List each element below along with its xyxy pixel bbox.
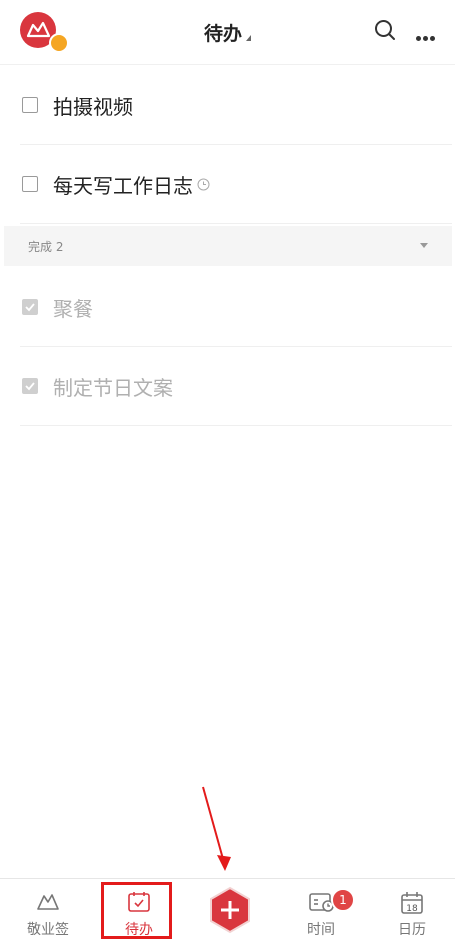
task-checkbox[interactable] xyxy=(22,97,38,113)
more-icon[interactable] xyxy=(416,26,440,41)
tab-label: 时间 xyxy=(307,922,335,938)
task-label: 聚餐 xyxy=(53,296,93,321)
tab-label: 日历 xyxy=(398,922,426,938)
task-row[interactable]: 拍摄视频 xyxy=(20,66,452,145)
checked-checkbox[interactable] xyxy=(22,299,38,315)
check-icon xyxy=(25,382,35,391)
task-label: 拍摄视频 xyxy=(53,94,133,119)
task-label: 每天写工作日志 xyxy=(53,173,193,198)
annotation-arrow xyxy=(202,786,231,871)
task-checkbox[interactable] xyxy=(22,176,38,192)
header-bar: 待办 xyxy=(0,0,455,65)
task-label: 制定节日文案 xyxy=(53,375,173,400)
completed-section-header[interactable]: 完成 2 xyxy=(4,226,452,266)
checked-checkbox[interactable] xyxy=(22,378,38,394)
mountain-logo-icon xyxy=(37,894,59,910)
tab-jingyeqian[interactable]: 敬业签 xyxy=(13,879,83,944)
completed-task-row[interactable]: 聚餐 xyxy=(20,268,452,347)
tab-calendar[interactable]: 18 日历 xyxy=(377,879,447,944)
add-button[interactable] xyxy=(206,886,254,934)
caret-down-icon xyxy=(246,35,251,41)
caret-down-icon xyxy=(420,243,428,248)
task-row[interactable]: 每天写工作日志 xyxy=(20,145,452,224)
check-icon xyxy=(25,303,35,312)
reminder-clock-icon xyxy=(197,178,210,190)
page-title: 待办 xyxy=(203,22,242,45)
calendar-icon: 18 xyxy=(401,892,423,914)
tab-label: 敬业签 xyxy=(27,922,69,938)
annotation-highlight-box xyxy=(101,882,172,939)
completed-count-label: 完成 2 xyxy=(28,239,64,254)
completed-task-row[interactable]: 制定节日文案 xyxy=(20,347,452,426)
search-icon[interactable] xyxy=(373,18,397,42)
calendar-date-text: 18 xyxy=(406,904,418,914)
notification-badge: 1 xyxy=(331,888,355,912)
